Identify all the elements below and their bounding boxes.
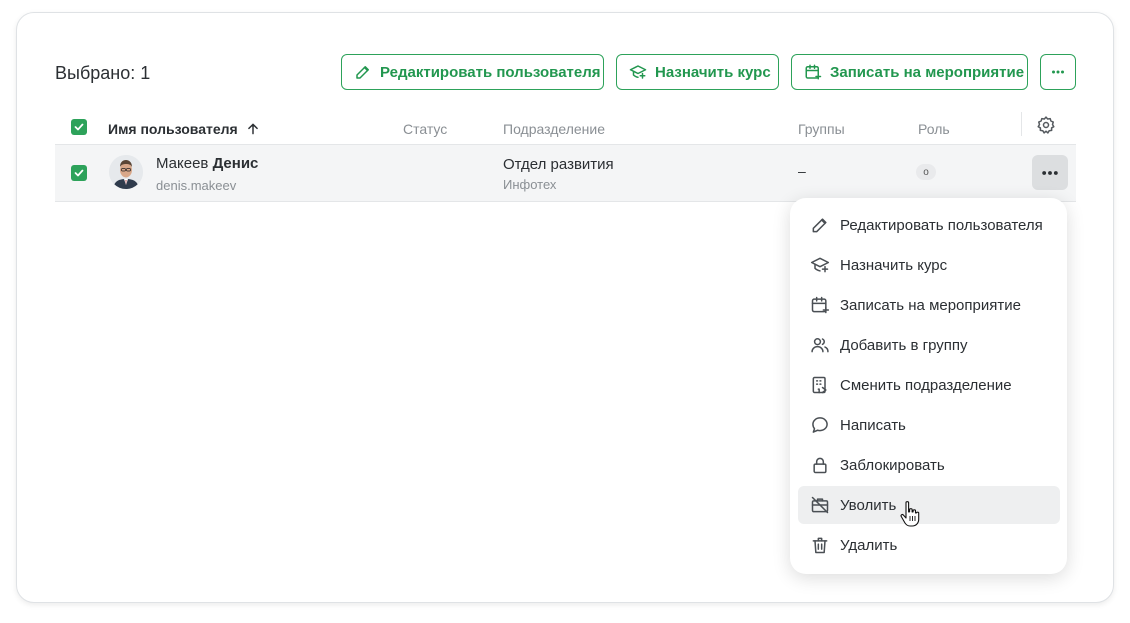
menu-item-label: Добавить в группу — [840, 336, 968, 354]
menu-item-block[interactable]: Заблокировать — [798, 446, 1060, 484]
menu-item-dismiss[interactable]: Уволить — [798, 486, 1060, 524]
menu-item-label: Заблокировать — [840, 456, 945, 474]
column-name-label: Имя пользователя — [108, 121, 238, 137]
menu-item-delete[interactable]: Удалить — [798, 526, 1060, 564]
message-icon — [812, 417, 828, 433]
menu-item-edit-user[interactable]: Редактировать пользователя — [798, 206, 1060, 244]
row-context-menu: Редактировать пользователя Назначить кур… — [790, 198, 1067, 574]
groups-value: – — [798, 163, 806, 179]
column-header-name[interactable]: Имя пользователя — [108, 121, 260, 137]
pencil-icon — [356, 66, 369, 79]
hand-cursor-icon — [900, 501, 920, 527]
calendar-plus-icon — [811, 296, 830, 314]
menu-item-label: Написать — [840, 416, 906, 434]
user-first-name: Денис — [212, 155, 259, 172]
enroll-event-button[interactable]: Записать на мероприятие — [791, 54, 1028, 90]
role-badge: о — [916, 164, 936, 180]
calendar-plus-icon — [805, 64, 822, 80]
avatar — [109, 155, 143, 189]
more-horizontal-icon — [1042, 170, 1058, 175]
check-icon — [74, 169, 84, 177]
row-checkbox[interactable] — [71, 165, 87, 181]
assign-course-label: Назначить курс — [655, 63, 771, 81]
selected-count: Выбрано: 1 — [55, 63, 151, 83]
more-actions-button[interactable] — [1040, 54, 1076, 90]
enroll-event-label: Записать на мероприятие — [830, 63, 1025, 81]
select-all-checkbox[interactable] — [71, 119, 87, 135]
column-header-status[interactable]: Статус — [403, 121, 447, 137]
selection-toolbar: Выбрано: 1 Редактировать пользователя На… — [17, 13, 1113, 113]
table-header: Имя пользователя Статус Подразделение Гр… — [55, 109, 1076, 145]
user-login: denis.makeev — [156, 178, 237, 193]
row-actions-button[interactable] — [1032, 155, 1068, 190]
menu-item-add-to-group[interactable]: Добавить в группу — [798, 326, 1060, 364]
arrow-up-icon — [247, 123, 258, 135]
menu-item-label: Редактировать пользователя — [840, 216, 1043, 234]
department-name: Отдел развития — [503, 156, 614, 173]
check-icon — [74, 123, 84, 131]
briefcase-off-icon — [811, 496, 829, 514]
user-last-name: Макеев — [156, 155, 209, 172]
user-full-name[interactable]: Макеев Денис — [156, 155, 258, 172]
trash-icon — [812, 537, 828, 554]
menu-item-label: Назначить курс — [840, 256, 948, 274]
menu-item-label: Удалить — [840, 536, 898, 554]
more-horizontal-icon — [1052, 70, 1064, 74]
menu-item-label: Уволить — [840, 496, 897, 514]
users-icon — [811, 338, 829, 353]
table-row[interactable]: Макеев Денис denis.makeev Отдел развития… — [55, 145, 1076, 202]
lock-icon — [813, 457, 827, 474]
assign-course-button[interactable]: Назначить курс — [616, 54, 779, 90]
column-header-role[interactable]: Роль — [918, 121, 950, 137]
building-icon — [812, 376, 827, 394]
menu-item-assign-course[interactable]: Назначить курс — [798, 246, 1060, 284]
edit-user-label: Редактировать пользователя — [380, 63, 601, 81]
pencil-icon — [812, 218, 827, 233]
edit-user-button[interactable]: Редактировать пользователя — [341, 54, 604, 90]
menu-item-change-department[interactable]: Сменить подразделение — [798, 366, 1060, 404]
graduation-cap-icon — [629, 65, 647, 79]
header-divider — [1021, 112, 1022, 136]
column-header-groups[interactable]: Группы — [798, 121, 845, 137]
gear-icon[interactable] — [1036, 115, 1056, 135]
menu-item-label: Записать на мероприятие — [840, 296, 1021, 314]
organization-name: Инфотех — [503, 177, 557, 192]
menu-item-label: Сменить подразделение — [840, 376, 1012, 394]
graduation-cap-icon — [810, 257, 830, 273]
menu-item-enroll-event[interactable]: Записать на мероприятие — [798, 286, 1060, 324]
menu-item-write-message[interactable]: Написать — [798, 406, 1060, 444]
column-header-department[interactable]: Подразделение — [503, 121, 605, 137]
